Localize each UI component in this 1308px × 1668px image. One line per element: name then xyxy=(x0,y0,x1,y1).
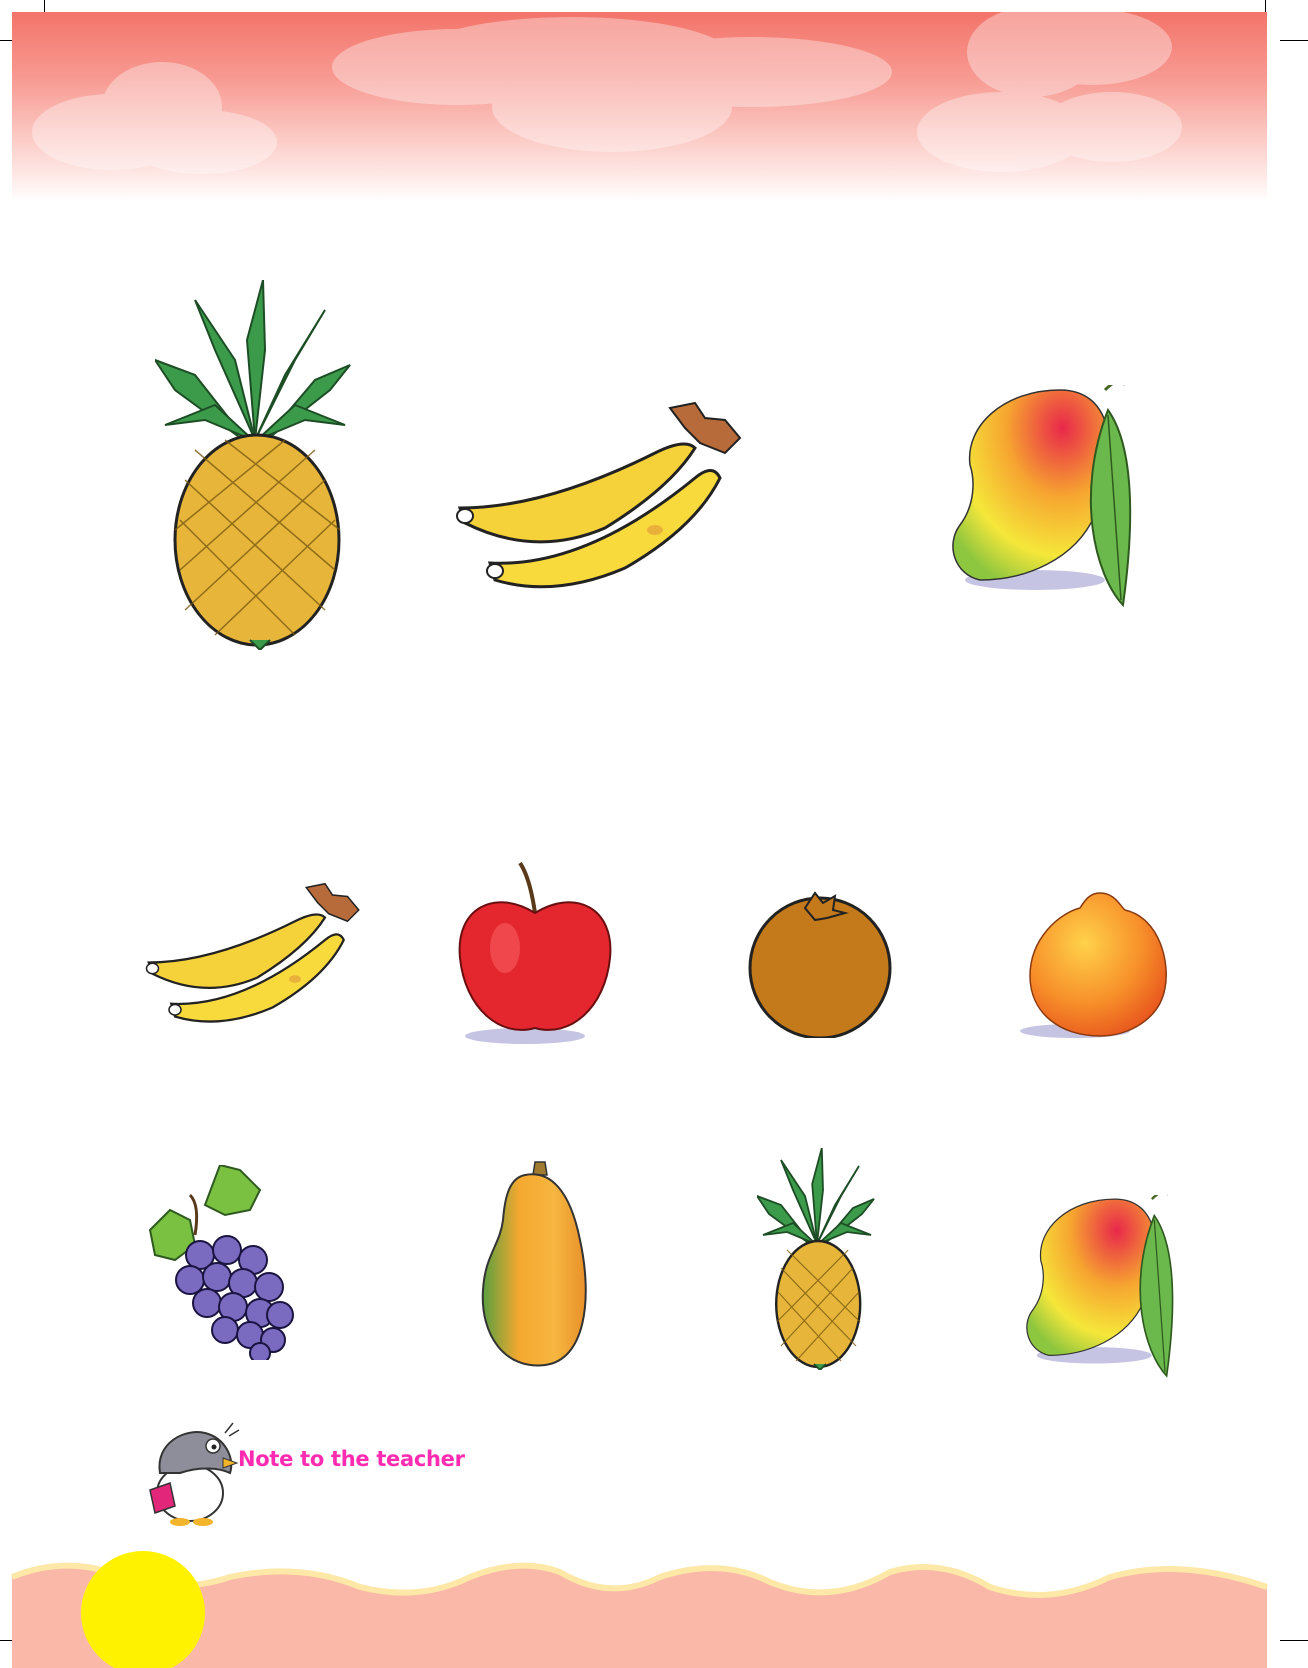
clouds-decoration xyxy=(32,12,1182,174)
grapes-icon xyxy=(148,1165,294,1360)
note-to-teacher-label: Note to the teacher xyxy=(238,1447,465,1471)
pineapple-icon xyxy=(155,280,351,650)
banana-icon xyxy=(456,401,742,589)
orange-icon xyxy=(748,891,892,1038)
papaya-icon xyxy=(481,1161,587,1367)
banana-icon xyxy=(145,882,360,1023)
mango-icon xyxy=(952,385,1132,608)
penguin-icon xyxy=(149,1422,240,1526)
crop-mark xyxy=(1280,40,1308,41)
apple-icon xyxy=(458,861,612,1044)
mango-icon xyxy=(1026,1195,1174,1378)
pineapple-icon xyxy=(757,1148,875,1370)
sweet-lime-icon xyxy=(1020,892,1167,1038)
sun-icon xyxy=(81,1551,205,1668)
